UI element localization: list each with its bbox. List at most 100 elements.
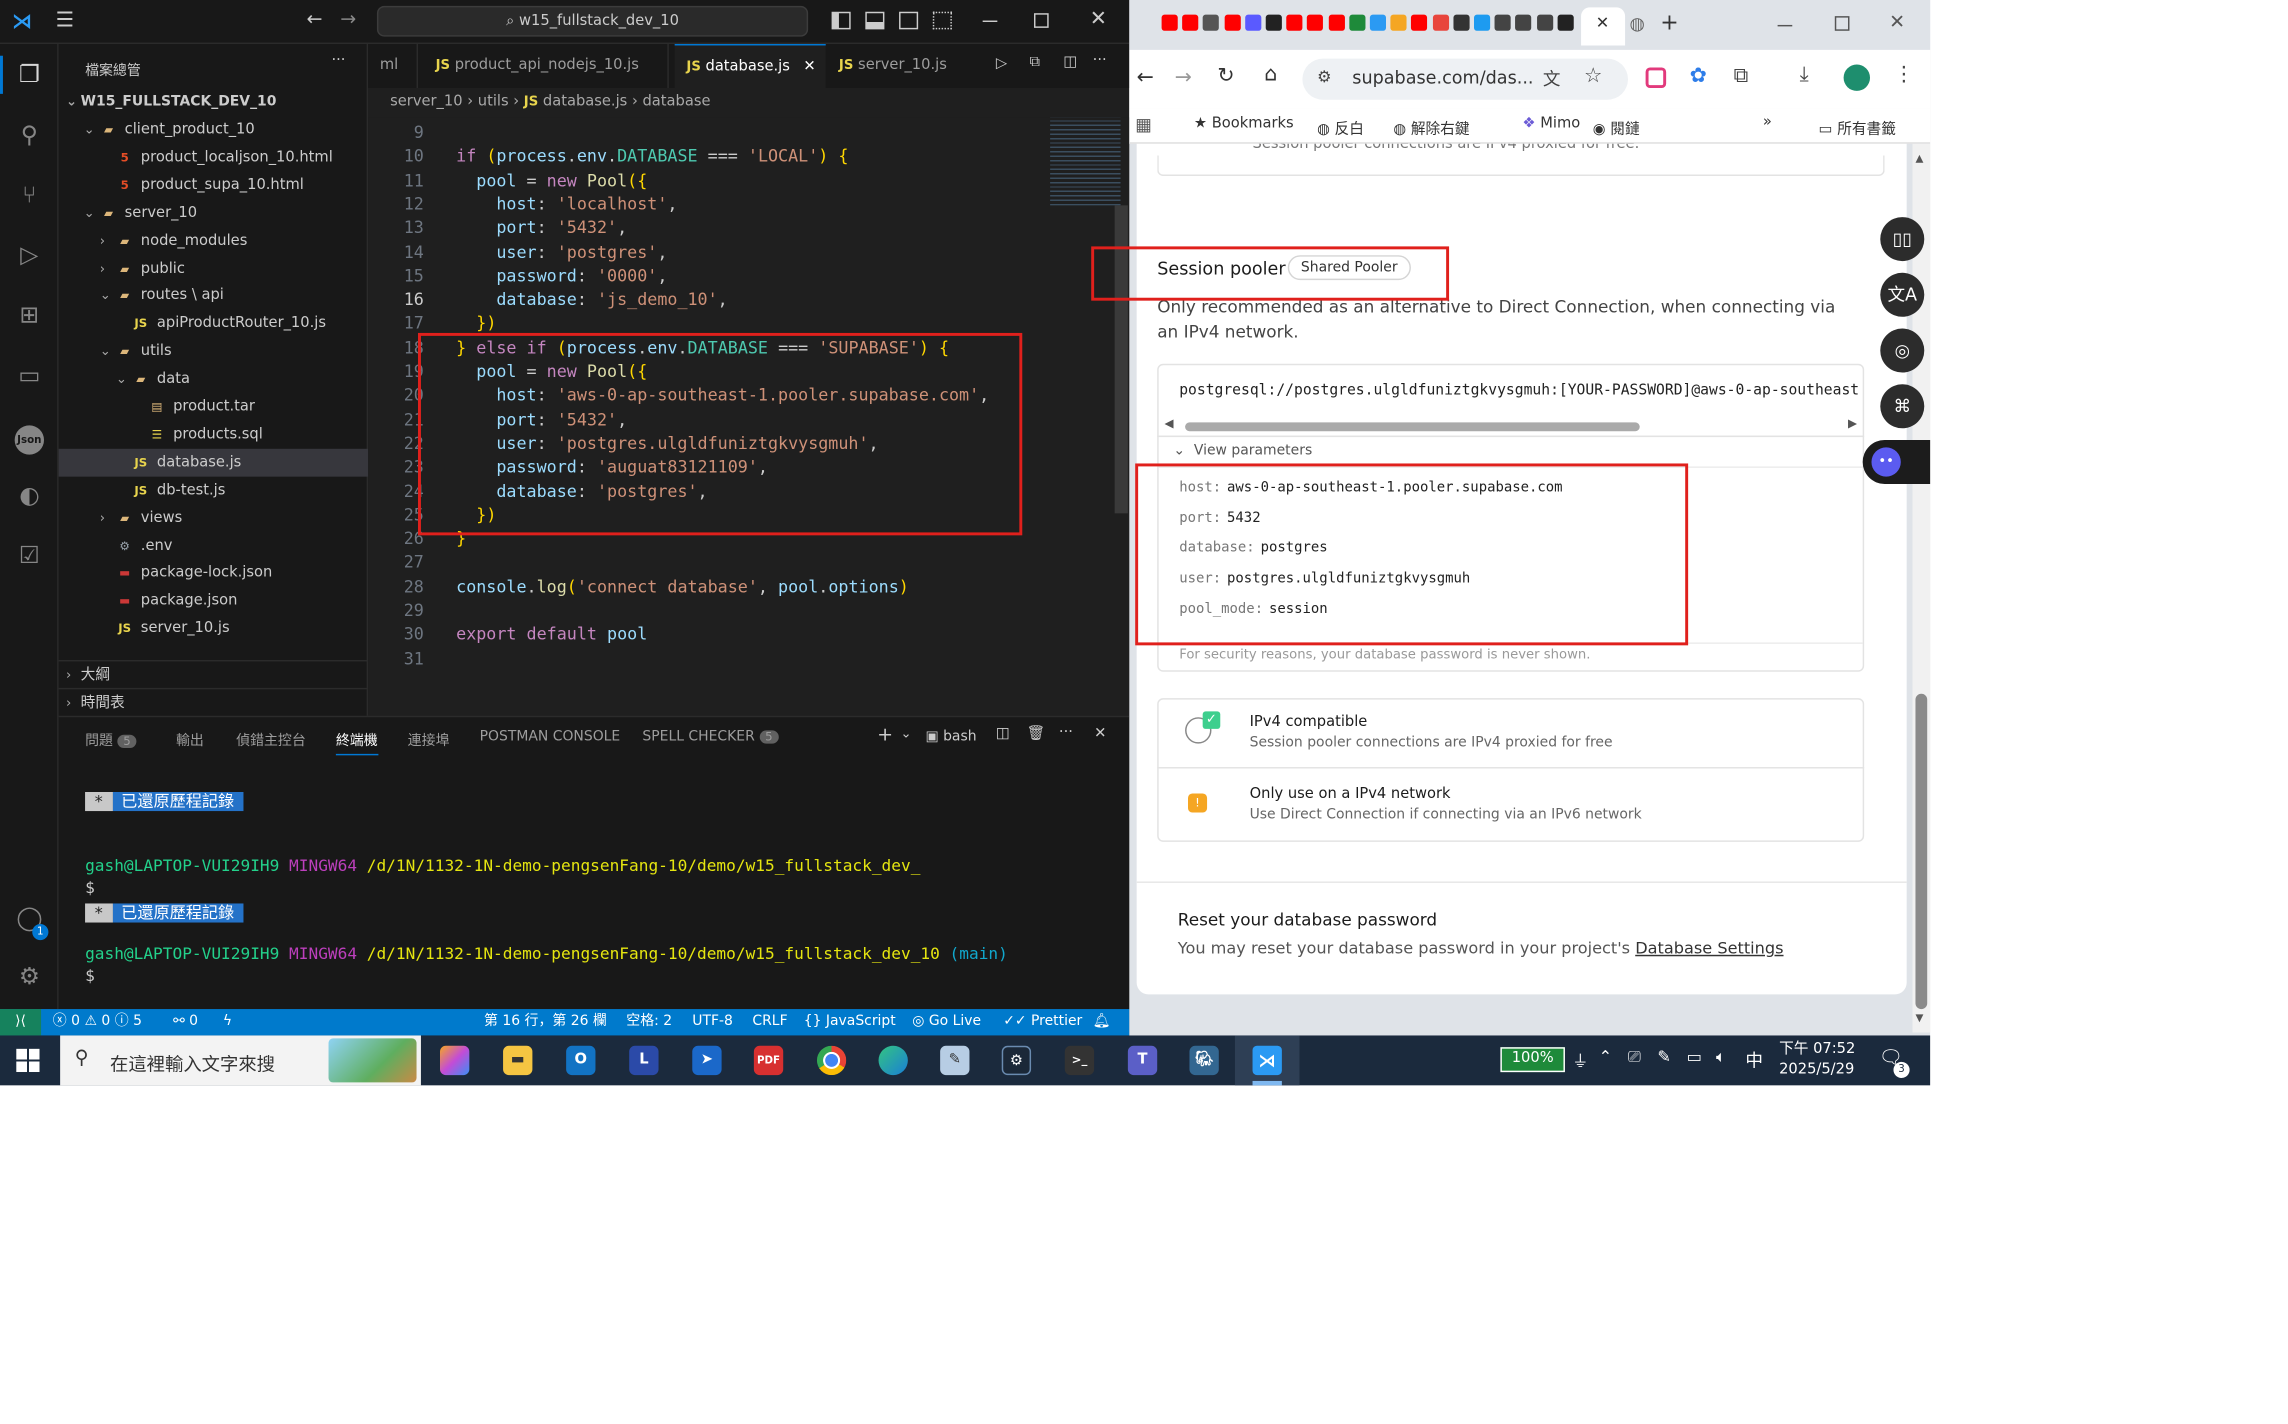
- pinned-tab-favicon-icon[interactable]: [1182, 14, 1199, 31]
- code-line[interactable]: }): [456, 312, 496, 336]
- pinned-tab-favicon-icon[interactable]: [1432, 14, 1449, 31]
- json-icon[interactable]: Json: [12, 418, 47, 455]
- minimap[interactable]: [1050, 117, 1121, 206]
- code-line[interactable]: user: 'postgres',: [456, 240, 667, 264]
- back-arrow-icon[interactable]: ←: [307, 9, 323, 31]
- site-info-icon[interactable]: ⚙: [1317, 67, 1331, 86]
- terminal-app-icon[interactable]: >_: [1064, 1045, 1095, 1076]
- line-ending[interactable]: CRLF: [752, 1009, 787, 1035]
- encoding[interactable]: UTF-8: [692, 1009, 733, 1035]
- code-line[interactable]: database: 'js_demo_10',: [456, 288, 727, 312]
- url-bar[interactable]: ⚙ supabase.com/das... ⽂ ☆: [1302, 58, 1629, 100]
- tree-item--env[interactable]: ⚙ .env: [59, 532, 368, 560]
- postgres-icon[interactable]: 🐘︎: [1189, 1045, 1219, 1076]
- side-reading-icon[interactable]: ▯▯: [1880, 217, 1925, 262]
- pinned-tab-favicon-icon[interactable]: [1349, 14, 1366, 31]
- tab-spell-checker[interactable]: SPELL CHECKER 5: [642, 729, 779, 745]
- bookmark-bookmarks[interactable]: ★ Bookmarks: [1194, 116, 1294, 132]
- terminal-dropdown-icon[interactable]: ⌄: [901, 727, 912, 742]
- panel-more-icon[interactable]: ···: [1059, 725, 1073, 741]
- pdf-icon[interactable]: PDF: [753, 1045, 784, 1076]
- tab-server-10[interactable]: JS server_10.js: [827, 44, 974, 88]
- bookmark-mimo[interactable]: ❖ Mimo: [1522, 116, 1580, 132]
- tree-item-product-supa-10-html[interactable]: 5 product_supa_10.html: [59, 171, 368, 199]
- tree-item-apiproductrouter-10-js[interactable]: JS apiProductRouter_10.js: [59, 310, 368, 338]
- browser-forward-icon[interactable]: →: [1175, 66, 1192, 89]
- bookmark-unlock-right-click[interactable]: ◍ 解除右鍵: [1393, 116, 1469, 138]
- bell-icon[interactable]: 🔔︎: [1093, 1009, 1111, 1035]
- tab-ml[interactable]: ml: [368, 44, 419, 89]
- toggle-secondary-sidebar-icon[interactable]: [899, 11, 919, 30]
- lightning-icon[interactable]: ϟ: [223, 1009, 232, 1035]
- scroll-up-icon[interactable]: ▲: [1915, 153, 1923, 165]
- tree-item-product-localjson-10-html[interactable]: 5 product_localjson_10.html: [59, 144, 368, 172]
- pinned-tab-favicon-icon[interactable]: [1515, 14, 1532, 31]
- reload-icon[interactable]: ↻: [1217, 65, 1234, 88]
- side-podcast-icon[interactable]: ◎: [1880, 328, 1925, 373]
- new-tab-icon[interactable]: +: [1660, 9, 1678, 35]
- windows-start-icon[interactable]: [16, 1048, 40, 1073]
- problems-status[interactable]: ⓧ 0 ⚠ 0 ⓘ 5: [53, 1009, 142, 1035]
- trash-icon[interactable]: 🗑: [1027, 726, 1046, 742]
- line-icon[interactable]: L: [629, 1045, 659, 1076]
- connection-string[interactable]: postgresql://postgres.ulgldfuniztgkvysgm…: [1179, 383, 1859, 399]
- extension-blue-icon[interactable]: ✿: [1690, 65, 1707, 88]
- prettier[interactable]: ✓✓ Prettier: [1003, 1009, 1082, 1035]
- translate-icon[interactable]: ⽂: [1543, 66, 1561, 91]
- code-line[interactable]: if (process.env.DATABASE === 'LOCAL') {: [456, 144, 848, 168]
- code-line[interactable]: password: '0000',: [456, 264, 667, 288]
- taskbar-search-box[interactable]: ⚲ 在這裡輸入文字來搜: [60, 1035, 421, 1086]
- extension-pen-icon[interactable]: [1645, 67, 1667, 89]
- pinned-tab-favicon-icon[interactable]: [1411, 14, 1428, 31]
- pinned-tab-favicon-icon[interactable]: [1453, 14, 1470, 31]
- code-line[interactable]: export default pool: [456, 622, 647, 646]
- extensions-icon[interactable]: ⊞: [12, 298, 47, 333]
- timeline-section[interactable]: › 時間表: [58, 687, 369, 716]
- editor-more-icon[interactable]: ···: [1093, 53, 1107, 69]
- code-line[interactable]: port: '5432',: [456, 216, 627, 240]
- tree-item-package-json[interactable]: ▬ package.json: [59, 587, 368, 615]
- explorer-icon[interactable]: ❐: [12, 57, 47, 92]
- split-editor-icon[interactable]: ◫: [1063, 54, 1077, 70]
- outlook-icon[interactable]: O: [566, 1045, 596, 1076]
- open-preview-icon[interactable]: ⧉: [1030, 54, 1040, 70]
- pinned-tab-favicon-icon[interactable]: [1203, 14, 1220, 31]
- all-bookmarks[interactable]: ▭ 所有書籤: [1819, 116, 1896, 138]
- horizontal-scrollbar[interactable]: [1185, 422, 1640, 432]
- language-mode[interactable]: {} JavaScript: [804, 1009, 896, 1035]
- menu-icon[interactable]: ☰: [56, 9, 74, 32]
- terminal-dollar-2[interactable]: $: [85, 967, 95, 986]
- code-line[interactable]: console.log('connect database', pool.opt…: [456, 574, 909, 598]
- copilot-icon[interactable]: [440, 1045, 470, 1076]
- go-live[interactable]: ◎ Go Live: [912, 1009, 981, 1035]
- scroll-left-icon[interactable]: ◀: [1165, 417, 1174, 430]
- tree-item-package-lock-json[interactable]: ▬ package-lock.json: [59, 559, 368, 587]
- file-explorer-icon[interactable]: ▬: [503, 1045, 533, 1076]
- tree-item-views[interactable]: › ▰ views: [59, 504, 368, 532]
- split-terminal-icon[interactable]: ◫: [996, 726, 1010, 742]
- close-icon[interactable]: ✕: [1090, 7, 1107, 30]
- pinned-tab-favicon-icon[interactable]: [1286, 14, 1303, 31]
- terminal-shell[interactable]: ▣ bash: [925, 729, 976, 745]
- volume-icon[interactable]: 🔈︎: [1716, 1047, 1726, 1068]
- pen-icon[interactable]: ✎: [1657, 1047, 1671, 1066]
- extensions-puzzle-icon[interactable]: ⧉: [1734, 65, 1749, 88]
- side-apps-icon[interactable]: ⌘: [1880, 384, 1925, 429]
- indentation[interactable]: 空格: 2: [626, 1009, 672, 1035]
- vscode-taskbar-active[interactable]: ⋊: [1234, 1035, 1300, 1086]
- tab-close-icon[interactable]: ✕: [803, 59, 815, 75]
- pinned-tab-favicon-icon[interactable]: [1390, 14, 1407, 31]
- scroll-down-icon[interactable]: ▼: [1915, 1012, 1923, 1024]
- pinned-tab-favicon-icon[interactable]: [1557, 14, 1574, 31]
- ime-indicator[interactable]: 中: [1745, 1047, 1763, 1072]
- maximize-icon[interactable]: [1034, 13, 1049, 28]
- tab-output[interactable]: 輸出: [176, 729, 204, 749]
- run-debug-icon[interactable]: ▷: [12, 238, 47, 273]
- pinned-tab-favicon-icon[interactable]: [1244, 14, 1262, 31]
- code-line[interactable]: pool = new Pool({: [456, 168, 647, 192]
- tree-item-public[interactable]: › ▰ public: [59, 254, 368, 282]
- tree-item-product-tar[interactable]: ▤ product.tar: [59, 393, 368, 421]
- tree-item-products-sql[interactable]: ☰ products.sql: [59, 421, 368, 449]
- side-assistant-icon[interactable]: ••: [1862, 440, 1931, 485]
- run-icon[interactable]: ▷: [996, 56, 1007, 72]
